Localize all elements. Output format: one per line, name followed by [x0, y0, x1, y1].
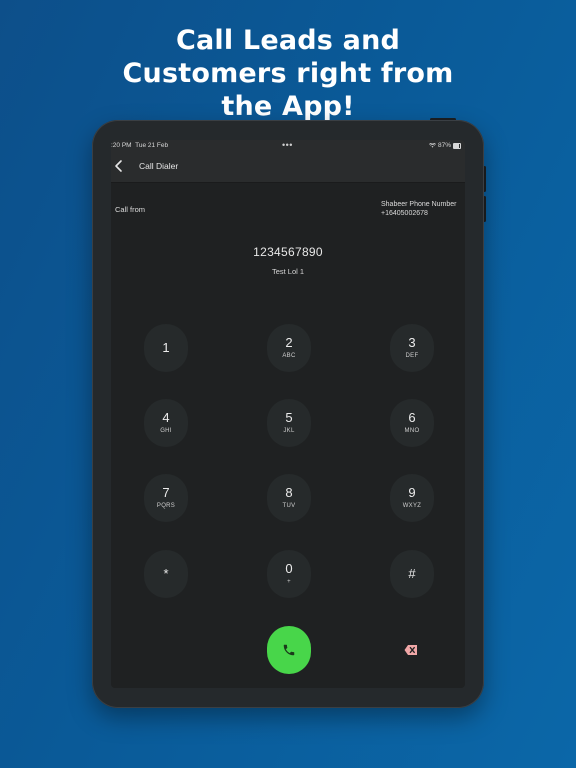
key-3[interactable]: 3 DEF — [390, 324, 434, 372]
key-6[interactable]: 6 MNO — [390, 399, 434, 447]
caller-id-number: +16405002678 — [381, 210, 428, 217]
key-digit: * — [163, 566, 169, 581]
contact-name: Test Lol 1 — [271, 267, 305, 276]
key-7[interactable]: 7 PQRS — [144, 474, 188, 522]
chevron-left-icon[interactable] — [113, 158, 127, 174]
key-letters: DEF — [405, 353, 419, 359]
key-digit: 8 — [285, 485, 293, 500]
battery-icon — [453, 142, 461, 149]
status-time: :20 PM Tue 21 Feb — [111, 142, 168, 149]
key-8[interactable]: 8 TUV — [267, 474, 311, 522]
key-letters: MNO — [404, 428, 420, 434]
key-5[interactable]: 5 JKL — [267, 399, 311, 447]
key-letters: TUV — [282, 503, 296, 509]
call-from-label: Call from — [115, 205, 146, 214]
multitasking-dots[interactable]: ••• — [282, 140, 293, 150]
status-bar: :20 PM Tue 21 Feb ••• 87% — [111, 140, 465, 152]
key-digit: 1 — [162, 340, 170, 355]
caller-id-name: Shabeer Phone Number — [381, 201, 457, 208]
key-digit: 7 — [162, 485, 170, 500]
headline-line-3: the App! — [221, 91, 355, 122]
key-digit: 5 — [285, 410, 293, 425]
key-0[interactable]: 0 + — [267, 550, 311, 598]
status-right: 87% — [428, 142, 461, 149]
nav-bar: Call Dialer — [111, 152, 465, 183]
key-digit: 4 — [162, 410, 170, 425]
key-letters: JKL — [283, 428, 295, 434]
headline-line-2: Customers right from — [122, 58, 454, 89]
phone-icon — [283, 644, 295, 656]
key-letters: + — [287, 579, 291, 585]
key-letters: GHI — [160, 428, 172, 434]
battery-percent: 87% — [437, 142, 451, 149]
key-9[interactable]: 9 WXYZ — [390, 474, 434, 522]
app-screen: :20 PM Tue 21 Feb ••• 87% Call Dialer Ca… — [111, 140, 465, 688]
key-letters: PQRS — [156, 503, 176, 509]
status-date-text: Tue 21 Feb — [135, 142, 169, 149]
key-digit: 9 — [408, 485, 416, 500]
dialed-number: 1234567890 — [253, 245, 323, 259]
key-digit: 6 — [408, 410, 416, 425]
key-digit: 0 — [285, 561, 293, 576]
page-title: Call Dialer — [139, 161, 179, 171]
key-letters: WXYZ — [402, 503, 422, 509]
key-letters: ABC — [282, 353, 296, 359]
headline: Call Leads and Customers right from the … — [0, 24, 576, 123]
caller-id-selector[interactable]: Shabeer Phone Number +16405002678 — [381, 200, 461, 218]
key-4[interactable]: 4 GHI — [144, 399, 188, 447]
call-button[interactable] — [267, 626, 311, 674]
key-digit: # — [408, 566, 416, 581]
headline-line-1: Call Leads and — [175, 25, 401, 56]
key-1[interactable]: 1 — [144, 324, 188, 372]
key-2[interactable]: 2 ABC — [267, 324, 311, 372]
key-star[interactable]: * — [144, 550, 188, 598]
key-digit: 2 — [285, 335, 293, 350]
status-time-text: :20 PM — [111, 142, 132, 149]
backspace-icon[interactable] — [404, 644, 418, 656]
key-digit: 3 — [408, 335, 416, 350]
wifi-icon — [428, 143, 436, 148]
tablet-frame: :20 PM Tue 21 Feb ••• 87% Call Dialer Ca… — [92, 120, 484, 708]
key-hash[interactable]: # — [390, 550, 434, 598]
